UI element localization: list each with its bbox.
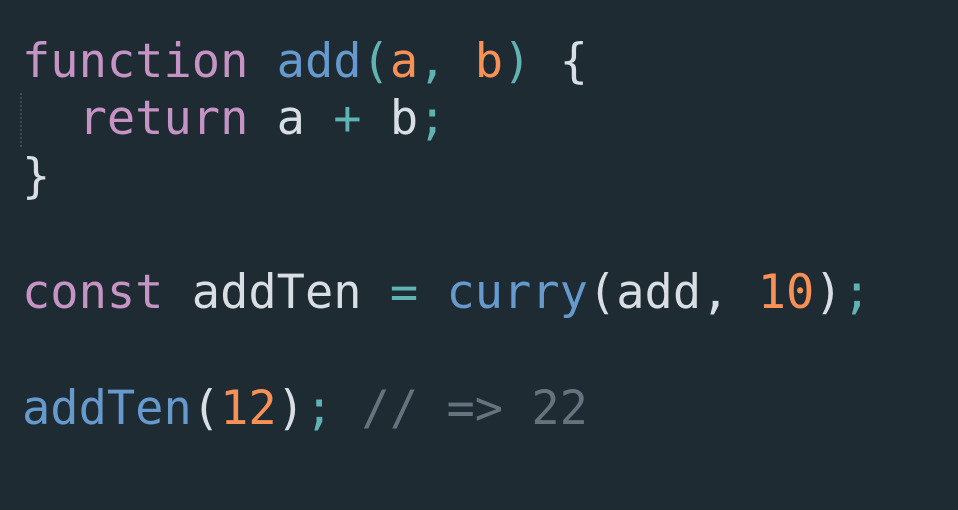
code-token-operator: + bbox=[333, 91, 362, 146]
code-token-param: a bbox=[389, 34, 419, 89]
code-token-number: 12 bbox=[220, 381, 277, 436]
code-token-param: b bbox=[474, 34, 504, 89]
code-token-plain: ( bbox=[191, 381, 221, 436]
code-token-operator: ; bbox=[304, 381, 334, 436]
code-token-function: add bbox=[276, 34, 362, 89]
code-line: } bbox=[22, 148, 50, 206]
code-token-operator: ; bbox=[842, 265, 871, 320]
code-token-function: addTen bbox=[22, 381, 192, 436]
code-token-operator: , bbox=[418, 34, 475, 89]
code-token-operator: ) bbox=[503, 34, 532, 89]
code-token-keyword: return bbox=[78, 91, 249, 146]
code-editor: function add(a, b) { return a + b;} const… bbox=[0, 0, 958, 510]
code-token-number: 10 bbox=[757, 265, 815, 320]
code-token-plain: ) bbox=[814, 265, 843, 320]
code-token-plain: } bbox=[22, 149, 51, 204]
code-token-operator: ( bbox=[361, 34, 390, 89]
code-token-plain: { bbox=[531, 34, 588, 89]
code-token-plain: ) bbox=[276, 381, 305, 436]
code-line: addTen(12); // => 22 bbox=[22, 380, 588, 438]
code-token-function: curry bbox=[446, 265, 588, 320]
code-token-plain: a bbox=[248, 91, 334, 146]
code-token-operator: ; bbox=[418, 91, 447, 146]
code-token-keyword: const bbox=[22, 265, 164, 320]
code-token-plain: addTen bbox=[163, 265, 390, 320]
code-token-keyword: function bbox=[22, 34, 249, 89]
code-token-plain: b bbox=[361, 91, 419, 146]
code-line: const addTen = curry(add, 10); bbox=[22, 264, 871, 322]
code-token-operator: = bbox=[389, 265, 419, 320]
code-token-comment: // => 22 bbox=[333, 381, 588, 436]
code-line: return a + b; bbox=[22, 90, 447, 148]
code-line: function add(a, b) { bbox=[22, 33, 588, 91]
code-token-plain: (add, bbox=[587, 265, 758, 320]
